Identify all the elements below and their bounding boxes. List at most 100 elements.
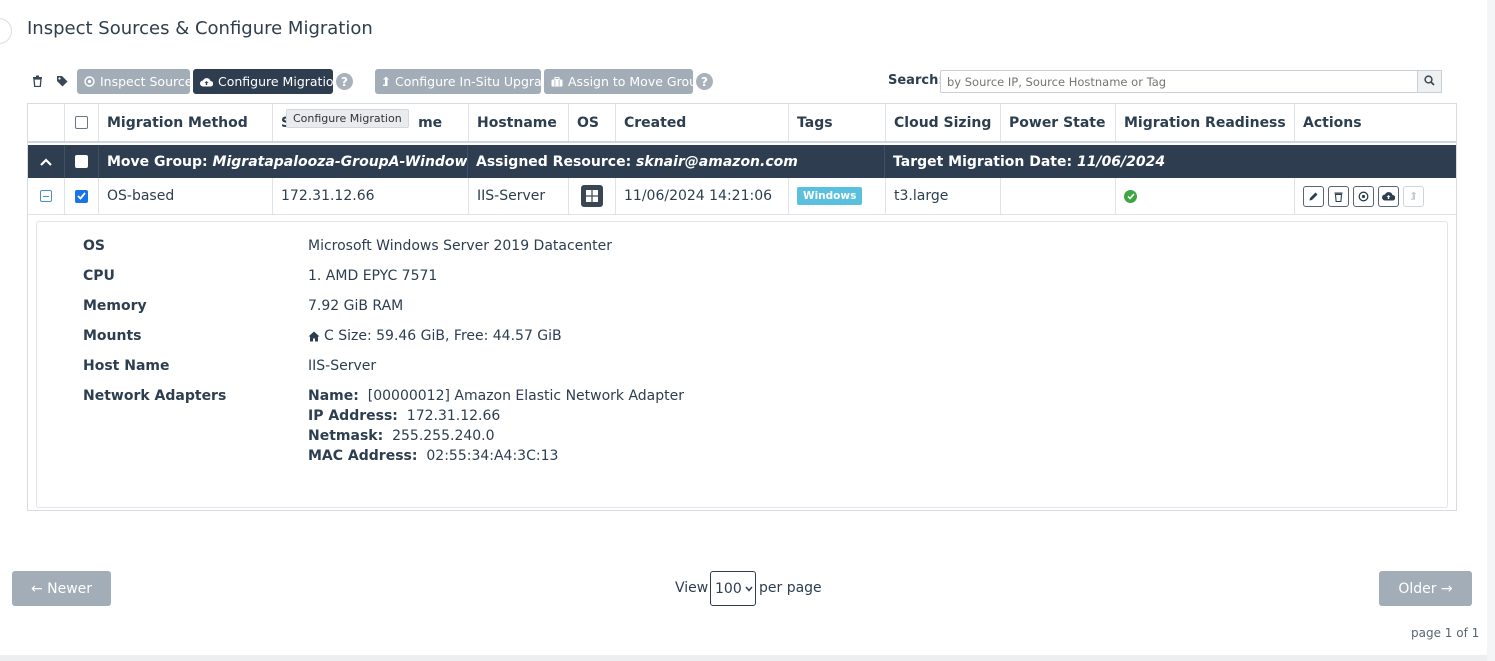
adapter-name-value: [00000012] Amazon Elastic Network Adapte… xyxy=(367,388,685,404)
cell-hostname: IIS-Server xyxy=(469,178,569,214)
assign-move-group-label: Assign to Move Group xyxy=(568,74,705,89)
toolbar: Inspect Sources Configure Migration ? Co… xyxy=(27,69,1447,94)
cell-source-ip: 172.31.12.66 xyxy=(273,178,469,214)
detail-mounts: C Size: 59.46 GiB, Free: 44.57 GiB xyxy=(308,328,562,344)
configure-insitu-upgrade-button[interactable]: Configure In-Situ Upgrade xyxy=(375,69,557,94)
page-title: Inspect Sources & Configure Migration xyxy=(27,18,373,39)
search-input[interactable] xyxy=(940,70,1418,93)
detail-mounts-value: C Size: 59.46 GiB, Free: 44.57 GiB xyxy=(324,328,562,344)
per-page-label: per page xyxy=(759,580,822,596)
trash-icon[interactable] xyxy=(29,73,45,89)
cell-migration-readiness xyxy=(1116,178,1295,214)
migration-table: Migration Method S me Hostname OS Create… xyxy=(27,103,1457,511)
header-migration-method[interactable]: Migration Method xyxy=(99,104,273,141)
tooltip: Configure Migration xyxy=(286,109,409,128)
cell-os xyxy=(569,178,616,214)
cloud-upload-icon[interactable] xyxy=(1378,185,1399,207)
header-cloud-sizing[interactable]: Cloud Sizing xyxy=(886,104,1001,141)
mac-value: 02:55:34:A4:3C:13 xyxy=(426,448,559,464)
scrollbar-track[interactable] xyxy=(1487,0,1495,661)
inspect-sources-button[interactable]: Inspect Sources xyxy=(77,69,199,94)
help-icon-2[interactable]: ? xyxy=(696,73,713,90)
select-all-cell xyxy=(65,104,99,141)
search-button[interactable] xyxy=(1418,70,1442,93)
header-migration-readiness[interactable]: Migration Readiness xyxy=(1116,104,1295,141)
cell-actions xyxy=(1295,178,1456,214)
select-all-checkbox[interactable] xyxy=(75,116,88,129)
delete-icon[interactable] xyxy=(1328,185,1349,207)
group-checkbox[interactable] xyxy=(75,155,88,168)
briefcase-icon xyxy=(551,76,563,87)
assigned-resource-value: sknair@amazon.com xyxy=(636,153,798,170)
help-icon[interactable]: ? xyxy=(336,73,353,90)
mac-label: MAC Address: xyxy=(308,448,418,464)
detail-memory-label: Memory xyxy=(83,298,147,314)
move-group-name: Migratapalooza-GroupA-Windows xyxy=(212,153,468,170)
chevron-up-icon[interactable] xyxy=(40,154,52,170)
target-date-value: 11/06/2024 xyxy=(1076,153,1166,170)
detail-network-label: Network Adapters xyxy=(83,388,227,404)
windows-icon xyxy=(581,185,603,207)
newer-button[interactable]: ← Newer xyxy=(12,571,111,606)
header-hostname[interactable]: Hostname xyxy=(469,104,569,141)
home-icon xyxy=(308,331,320,342)
cell-created: 11/06/2024 14:21:06 xyxy=(616,178,789,214)
per-page-select[interactable]: 100 xyxy=(710,571,756,606)
header-spacer xyxy=(28,104,65,141)
assigned-resource-label: Assigned Resource: xyxy=(476,153,632,170)
view-label: View xyxy=(675,580,709,596)
header-power-state[interactable]: Power State xyxy=(1001,104,1116,141)
row-select-cell xyxy=(65,178,99,214)
detail-hostname-value: IIS-Server xyxy=(308,358,377,374)
configure-migration-button[interactable]: Configure Migration xyxy=(193,69,342,94)
cell-migration-method: OS-based xyxy=(99,178,273,214)
cell-power-state xyxy=(1001,178,1116,214)
collapse-row-icon[interactable] xyxy=(40,190,52,202)
netmask-value: 255.255.240.0 xyxy=(392,428,495,444)
inspect-icon[interactable] xyxy=(1353,185,1374,207)
netmask-label: Netmask: xyxy=(308,428,384,444)
move-group-cell: Move Group: Migratapalooza-GroupA-Window… xyxy=(99,145,468,178)
header-actions: Actions xyxy=(1303,114,1362,131)
header-tags[interactable]: Tags xyxy=(789,104,886,141)
detail-cpu-value: 1. AMD EPYC 7571 xyxy=(308,268,438,284)
per-page-value: 100 xyxy=(715,580,742,597)
tag-badge[interactable]: Windows xyxy=(797,187,862,205)
edit-icon[interactable] xyxy=(1303,185,1324,207)
header-os[interactable]: OS xyxy=(569,104,616,141)
chevron-down-icon xyxy=(745,586,753,592)
detail-memory-value: 7.92 GiB RAM xyxy=(308,298,404,314)
target-date-cell: Target Migration Date: 11/06/2024 xyxy=(885,145,1456,178)
row-checkbox[interactable] xyxy=(75,189,88,203)
side-collapse-handle[interactable] xyxy=(0,18,12,44)
detail-os-label: OS xyxy=(83,238,105,254)
inspect-icon xyxy=(84,76,95,87)
detail-hostname-label: Host Name xyxy=(83,358,170,374)
configure-insitu-label: Configure In-Situ Upgrade xyxy=(395,74,558,89)
search-label: Search: xyxy=(888,73,944,88)
page-info: page 1 of 1 xyxy=(1411,626,1480,640)
older-button[interactable]: Older → xyxy=(1379,571,1472,606)
table-header: Migration Method S me Hostname OS Create… xyxy=(28,104,1456,143)
row-details-panel: OS Microsoft Windows Server 2019 Datacen… xyxy=(36,221,1448,508)
check-circle-icon xyxy=(1124,189,1137,203)
detail-ip: IP Address: 172.31.12.66 xyxy=(308,408,500,424)
cell-cloud-sizing: t3.large xyxy=(886,178,1001,214)
header-created[interactable]: Created xyxy=(616,104,789,141)
upgrade-icon xyxy=(382,76,390,87)
detail-adapter-name: Name: [00000012] Amazon Elastic Network … xyxy=(308,388,684,404)
collapse-group-cell xyxy=(28,145,65,178)
upgrade-icon xyxy=(1403,185,1424,207)
move-group-row: Move Group: Migratapalooza-GroupA-Window… xyxy=(28,145,1456,178)
configure-migration-label: Configure Migration xyxy=(218,74,342,89)
move-group-label: Move Group: xyxy=(107,153,208,170)
assign-move-group-button[interactable]: Assign to Move Group xyxy=(544,69,705,94)
detail-mac: MAC Address: 02:55:34:A4:3C:13 xyxy=(308,448,558,464)
detail-cpu-label: CPU xyxy=(83,268,115,284)
ip-value: 172.31.12.66 xyxy=(406,408,501,424)
detail-os-value: Microsoft Windows Server 2019 Datacenter xyxy=(308,238,613,254)
cloud-upload-icon xyxy=(200,77,213,87)
group-select-cell xyxy=(65,145,99,178)
detail-mounts-label: Mounts xyxy=(83,328,142,344)
tag-icon[interactable] xyxy=(54,73,70,89)
